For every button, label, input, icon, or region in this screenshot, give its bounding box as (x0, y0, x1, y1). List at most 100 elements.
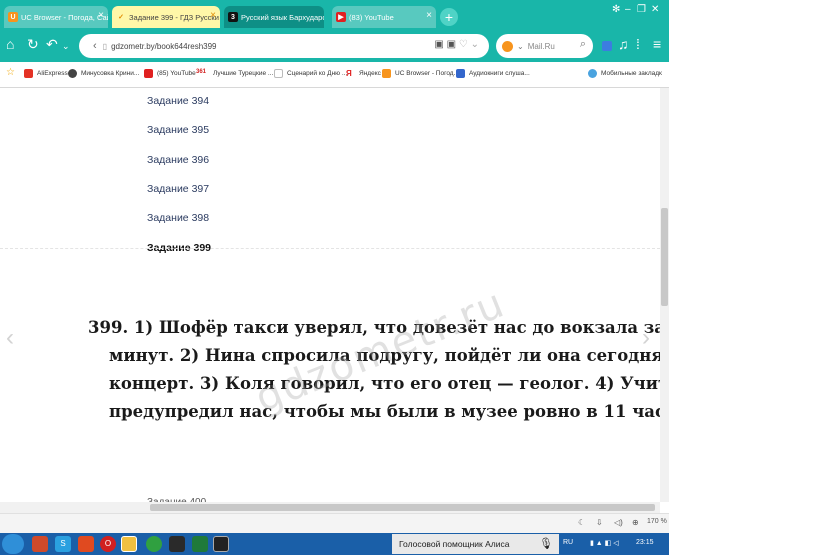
scroll-thumb[interactable] (661, 208, 668, 306)
download-status-icon[interactable]: ⇩ (596, 518, 603, 527)
microphone-icon[interactable]: 🎙 (539, 534, 553, 554)
address-actions: ▣ ▣ ♡ ⌄ (434, 39, 479, 50)
bookmark-label: Минусовка Крини... (81, 70, 140, 77)
bookmark-youtube[interactable]: (85) YouTube (144, 69, 196, 78)
zoom-icon[interactable]: ⊕ (632, 518, 639, 527)
url-text: gdzometr.by/book644resh399 (111, 41, 217, 51)
tab-uc-browser[interactable]: U UC Browser - Погода, Сай × (4, 6, 108, 28)
chevron-down-icon[interactable]: ⌄ (62, 41, 70, 52)
bookmark-audiobooks[interactable]: Аудиокниги слуша... (456, 69, 530, 78)
bookmarks-bar: ☆ AliExpress Минусовка Крини... (85) You… (0, 62, 669, 88)
excel-icon[interactable] (192, 536, 208, 552)
link-zadanie-396[interactable]: Задание 396 (147, 154, 209, 166)
zoom-level[interactable]: 170 % (647, 518, 667, 525)
uc-browser-icon: U (8, 12, 18, 22)
book-icon: 3 (228, 12, 238, 22)
home-icon[interactable]: ⌂ (6, 36, 14, 52)
bookmark-mobile[interactable]: Мобильные закладк (588, 69, 662, 78)
link-zadanie-398[interactable]: Задание 398 (147, 212, 209, 224)
headphones-icon[interactable]: ♫ (618, 36, 629, 52)
bookmark-turkish[interactable]: 361 Лучшие Турецкие ... (196, 69, 273, 78)
chrome-icon[interactable] (146, 536, 162, 552)
chevron-down-icon[interactable]: ⌄ (517, 42, 524, 51)
assistant-label: Голосовой помощник Алиса (399, 539, 510, 549)
horizontal-scrollbar[interactable] (0, 502, 660, 513)
mobile-icon (588, 69, 597, 78)
grid-icon[interactable]: ⁞ (636, 36, 640, 52)
opera-icon[interactable]: O (100, 536, 116, 552)
tab-zadanie-399[interactable]: ✓ Задание 399 - ГДЗ Русски × (112, 6, 220, 28)
vertical-scrollbar[interactable] (660, 88, 669, 502)
link-zadanie-394[interactable]: Задание 394 (147, 95, 209, 107)
tab-label: Русский язык Бархударо (241, 12, 324, 22)
nav-bar: ⌂ ↻ ↶ ⌄ ‹ ▯ gdzometr.by/book644resh399 ▣… (0, 31, 669, 62)
bookmark-label: Аудиокниги слуша... (469, 70, 530, 77)
close-icon[interactable]: × (98, 10, 104, 21)
tab-russian-book[interactable]: 3 Русский язык Бархударо (224, 6, 324, 28)
tray-icons[interactable]: ▮ ▲ ◧ ◁ (590, 539, 619, 547)
bookmark-label: Яндекс (359, 70, 381, 77)
bookmark-uc-browser[interactable]: UC Browser - Погод... (382, 69, 459, 78)
download-icon[interactable] (602, 41, 612, 51)
bookmark-label: UC Browser - Погод... (395, 70, 460, 77)
audiobook-icon (456, 69, 465, 78)
tab-bar: U UC Browser - Погода, Сай × ✓ Задание 3… (0, 0, 669, 31)
chevron-left-icon[interactable]: ‹ (6, 324, 14, 352)
aliexpress-icon (24, 69, 33, 78)
qr-icon[interactable]: ▣ (434, 39, 443, 50)
back-icon[interactable]: ↶ (46, 36, 58, 53)
star-icon[interactable]: ☆ (6, 67, 15, 78)
dropdown-icon[interactable]: ⌄ (471, 39, 479, 50)
close-window-icon[interactable]: ✕ (651, 4, 659, 15)
uc-browser-task-icon[interactable] (121, 536, 137, 552)
restore-icon[interactable]: ❐ (637, 4, 646, 15)
minimize-icon[interactable]: – (625, 4, 631, 15)
youtube-icon (144, 69, 153, 78)
skin-icon[interactable]: ✻ (612, 4, 620, 15)
bookmark-yandex[interactable]: Я Яндекс (346, 69, 381, 78)
tab-label: UC Browser - Погода, Сай (21, 12, 108, 22)
reader-icon[interactable]: ▣ (447, 39, 456, 50)
film-icon: 361 (196, 69, 209, 78)
menu-icon[interactable]: ≡ (653, 36, 661, 52)
search-box[interactable]: ⌄ Mail.Ru ⌕ (496, 34, 593, 58)
start-button[interactable] (2, 534, 24, 554)
page-icon: ▯ (102, 41, 108, 51)
address-bar[interactable]: ‹ ▯ gdzometr.by/book644resh399 ▣ ▣ ♡ ⌄ (79, 34, 489, 58)
app-icon[interactable] (169, 536, 185, 552)
link-zadanie-397[interactable]: Задание 397 (147, 183, 209, 195)
bookmark-label: Лучшие Турецкие ... (213, 70, 274, 77)
close-icon[interactable]: × (426, 10, 432, 21)
bookmark-label: AliExpress (37, 70, 68, 77)
checkmark-icon: ✓ (118, 14, 124, 21)
new-tab-button[interactable]: + (440, 8, 458, 26)
search-placeholder: Mail.Ru (527, 41, 555, 51)
scroll-thumb[interactable] (150, 504, 655, 511)
browser-window: U UC Browser - Погода, Сай × ✓ Задание 3… (0, 0, 669, 555)
bookmark-label: Мобильные закладк (601, 70, 662, 77)
heart-icon[interactable]: ♡ (459, 39, 468, 50)
clock[interactable]: 23:15 (636, 539, 654, 546)
night-mode-icon[interactable]: ☾ (578, 518, 585, 527)
bookmark-label: (85) YouTube (157, 70, 196, 77)
exercise-line: предупредил нас, чтобы мы были в музее р… (109, 402, 660, 421)
refresh-icon[interactable]: ↻ (27, 36, 39, 53)
link-zadanie-395[interactable]: Задание 395 (147, 124, 209, 136)
status-bar: ☾ ⇩ ◁) ⊕ 170 % (0, 513, 669, 533)
bookmark-aliexpress[interactable]: AliExpress (24, 69, 68, 78)
volume-icon[interactable]: ◁) (614, 518, 623, 527)
app-icon[interactable] (32, 536, 48, 552)
bookmark-minusovka[interactable]: Минусовка Крини... (68, 69, 139, 78)
back-small-icon[interactable]: ‹ (93, 40, 97, 52)
search-icon[interactable]: ⌕ (580, 38, 586, 51)
language-indicator[interactable]: RU (563, 539, 573, 546)
browser-app-icon[interactable] (78, 536, 94, 552)
tab-youtube[interactable]: ▶ (83) YouTube × (332, 6, 436, 28)
music-icon (68, 69, 77, 78)
window-icon[interactable] (213, 536, 229, 552)
voice-assistant[interactable]: Голосовой помощник Алиса 🎙 (392, 534, 559, 554)
search-engine-icon[interactable] (502, 40, 513, 52)
skype-icon[interactable]: S (55, 536, 71, 552)
close-icon[interactable]: × (210, 10, 216, 21)
bookmark-scenario[interactable]: Сценарий ко Дню ... (274, 69, 347, 78)
